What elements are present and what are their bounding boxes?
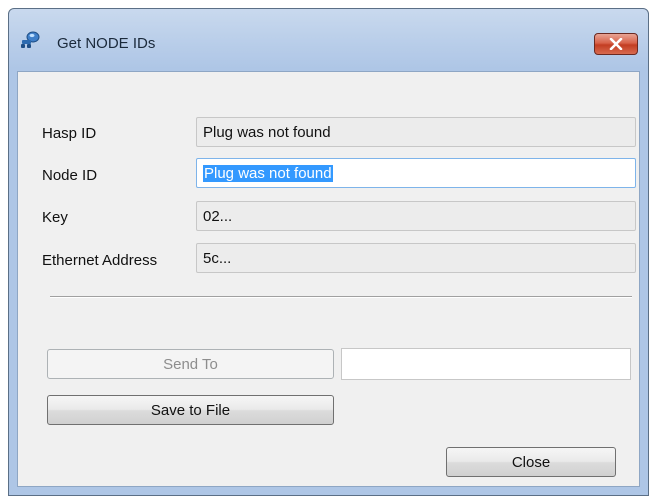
close-window-button[interactable]: [594, 33, 638, 55]
save-to-file-label: Save to File: [150, 401, 231, 419]
ethernet-address-field[interactable]: 5c...: [196, 243, 636, 273]
send-to-button[interactable]: Send To: [47, 349, 334, 379]
send-to-label: Send To: [163, 355, 218, 373]
network-key-icon: [21, 31, 40, 48]
window-title: Get NODE IDs: [57, 35, 156, 52]
key-value: 02...: [203, 208, 233, 225]
save-to-file-button[interactable]: Save to File: [47, 395, 334, 425]
close-button-label: Close: [511, 453, 551, 471]
hasp-id-value: Plug was not found: [203, 124, 331, 141]
close-button[interactable]: Close: [446, 447, 616, 477]
title-bar: Get NODE IDs: [9, 9, 648, 71]
hasp-id-label: Hasp ID: [42, 125, 97, 142]
ethernet-address-label: Ethernet Address: [42, 252, 158, 269]
key-field[interactable]: 02...: [196, 201, 636, 231]
separator: [50, 296, 632, 298]
node-id-label: Node ID: [42, 167, 98, 184]
ethernet-address-value: 5c...: [203, 250, 232, 267]
dialog-window: Get NODE IDs Hasp ID Plug was not found …: [8, 8, 649, 496]
hasp-id-field[interactable]: Plug was not found: [196, 117, 636, 147]
send-to-input[interactable]: [341, 348, 631, 380]
key-label: Key: [42, 209, 68, 226]
dialog-client-area: Hasp ID Plug was not found Node ID Plug …: [17, 71, 640, 487]
node-id-value: Plug was not found: [203, 165, 333, 182]
close-x-icon: [609, 38, 623, 50]
node-id-field[interactable]: Plug was not found: [196, 158, 636, 188]
